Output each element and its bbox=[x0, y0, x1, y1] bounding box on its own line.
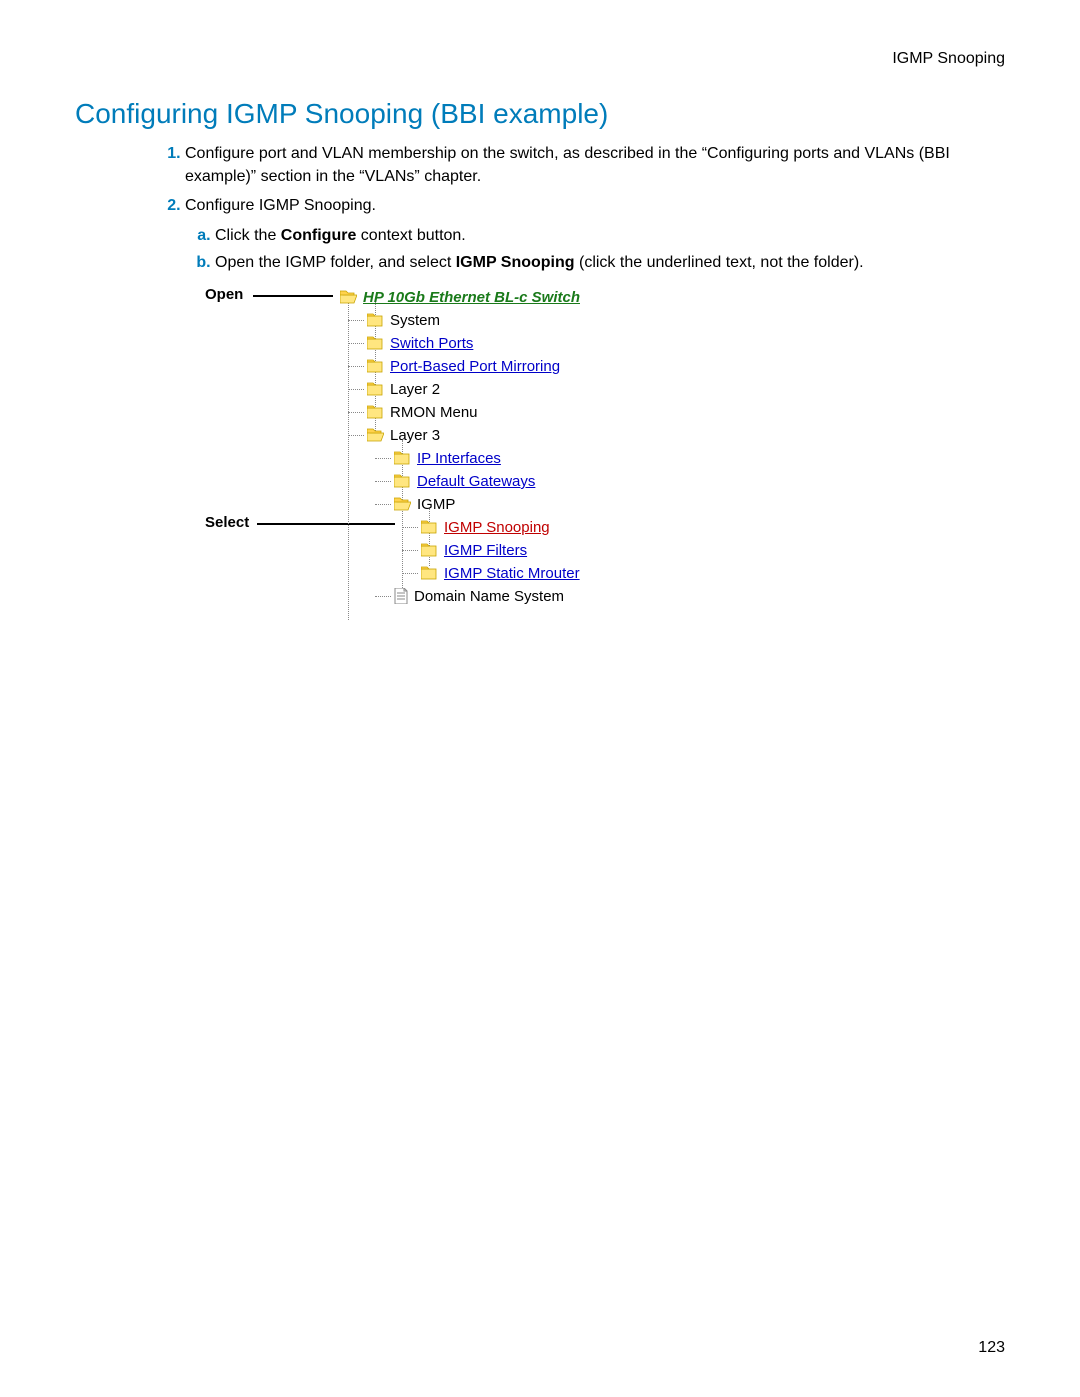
document-icon bbox=[394, 588, 408, 604]
callout-select: Select bbox=[205, 514, 249, 531]
tree-port-mirroring[interactable]: Port-Based Port Mirroring bbox=[390, 358, 560, 375]
tree-diagram: Open Select HP 10Gb Ethernet BL-c Switch… bbox=[205, 286, 1005, 646]
folder-icon bbox=[367, 382, 384, 396]
tree-dns: Domain Name System bbox=[414, 588, 564, 605]
folder-open-icon bbox=[394, 497, 411, 511]
folder-icon bbox=[421, 566, 438, 580]
tree-root[interactable]: HP 10Gb Ethernet BL-c Switch bbox=[363, 289, 580, 306]
folder-icon bbox=[367, 359, 384, 373]
tree-layer3: Layer 3 bbox=[390, 427, 440, 444]
folder-open-icon bbox=[367, 428, 384, 442]
step-2a-bold: Configure bbox=[281, 227, 357, 244]
folder-open-icon bbox=[340, 290, 357, 304]
callout-open: Open bbox=[205, 286, 243, 303]
callout-open-line bbox=[253, 295, 333, 297]
tree-system: System bbox=[390, 312, 440, 329]
tree-igmp-static-mrouter[interactable]: IGMP Static Mrouter bbox=[444, 565, 580, 582]
step-2-text: Configure IGMP Snooping. bbox=[185, 197, 376, 214]
folder-icon bbox=[367, 405, 384, 419]
tree-igmp-filters[interactable]: IGMP Filters bbox=[444, 542, 527, 559]
section-title: Configuring IGMP Snooping (BBI example) bbox=[75, 98, 1005, 130]
page-number: 123 bbox=[978, 1339, 1005, 1357]
step-2b: Open the IGMP folder, and select IGMP Sn… bbox=[215, 251, 1005, 274]
step-2b-post: (click the underlined text, not the fold… bbox=[575, 254, 864, 271]
step-2b-bold: IGMP Snooping bbox=[456, 254, 575, 271]
tree-switch-ports[interactable]: Switch Ports bbox=[390, 335, 473, 352]
step-2b-pre: Open the IGMP folder, and select bbox=[215, 254, 456, 271]
step-2a-post: context button. bbox=[356, 227, 465, 244]
tree-rmon: RMON Menu bbox=[390, 404, 478, 421]
step-2: Configure IGMP Snooping. Click the Confi… bbox=[185, 194, 1005, 274]
page-header: IGMP Snooping bbox=[75, 50, 1005, 68]
step-2a-pre: Click the bbox=[215, 227, 281, 244]
folder-icon bbox=[367, 313, 384, 327]
step-2a: Click the Configure context button. bbox=[215, 224, 1005, 247]
folder-icon bbox=[394, 474, 411, 488]
step-1: Configure port and VLAN membership on th… bbox=[185, 142, 1005, 188]
substep-list: Click the Configure context button. Open… bbox=[185, 224, 1005, 274]
folder-icon bbox=[421, 520, 438, 534]
step-list: Configure port and VLAN membership on th… bbox=[75, 142, 1005, 274]
folder-icon bbox=[421, 543, 438, 557]
tree-default-gateways[interactable]: Default Gateways bbox=[417, 473, 535, 490]
tree-igmp: IGMP bbox=[417, 496, 455, 513]
folder-icon bbox=[394, 451, 411, 465]
tree-ip-interfaces[interactable]: IP Interfaces bbox=[417, 450, 501, 467]
tree-layer2: Layer 2 bbox=[390, 381, 440, 398]
folder-icon bbox=[367, 336, 384, 350]
tree-igmp-snooping[interactable]: IGMP Snooping bbox=[444, 519, 550, 536]
